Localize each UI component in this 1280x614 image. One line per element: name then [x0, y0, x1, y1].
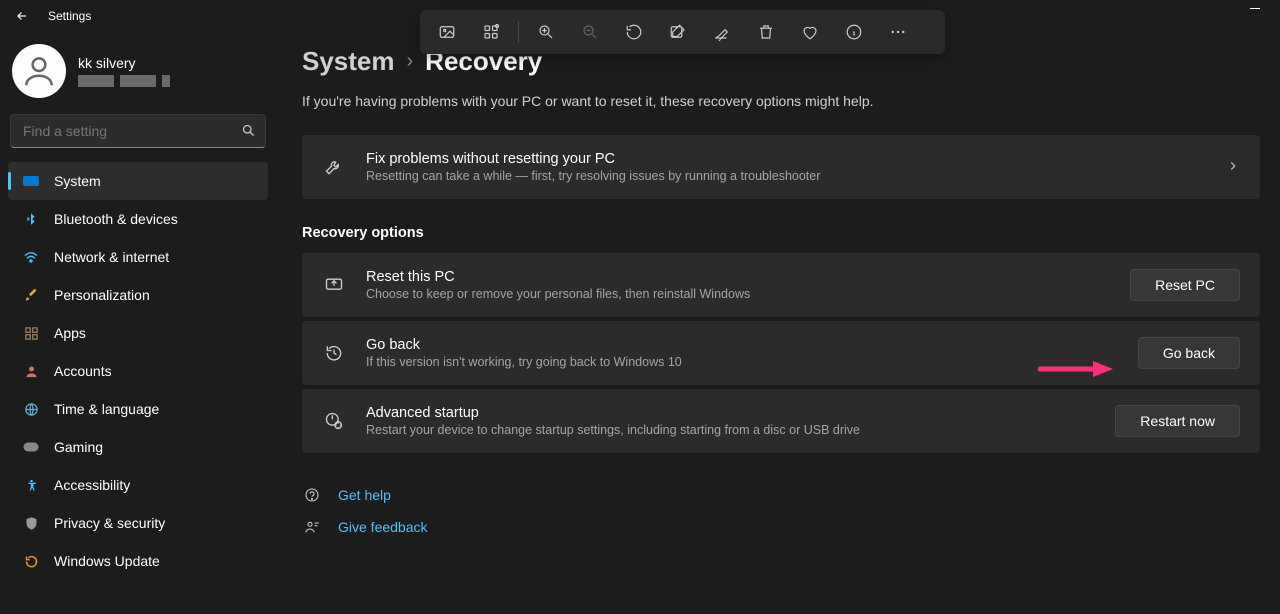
sidebar-item-accessibility[interactable]: Accessibility [8, 466, 268, 504]
get-help-link[interactable]: Get help [302, 479, 1260, 511]
search-input[interactable] [10, 114, 266, 148]
sidebar-item-gaming[interactable]: Gaming [8, 428, 268, 466]
minimize-button[interactable] [1250, 8, 1260, 9]
viewer-toolbar [420, 10, 945, 54]
user-name: kk silvery [78, 55, 170, 71]
power-gear-icon [322, 409, 346, 433]
card-subtitle: If this version isn't working, try going… [366, 355, 1118, 369]
grid-icon[interactable] [474, 15, 508, 49]
section-label: Recovery options [302, 225, 1260, 241]
restart-now-button[interactable]: Restart now [1115, 405, 1240, 437]
sidebar-item-personalization[interactable]: Personalization [8, 276, 268, 314]
wrench-icon [322, 155, 346, 179]
rotate-icon[interactable] [617, 15, 651, 49]
sidebar: kk silvery System Bluetooth & devices Ne… [0, 32, 276, 614]
toolbar-separator [518, 21, 519, 43]
apps-icon [22, 324, 40, 342]
sidebar-item-apps[interactable]: Apps [8, 314, 268, 352]
search-icon [241, 123, 256, 141]
help-icon [302, 487, 322, 503]
info-icon[interactable] [837, 15, 871, 49]
link-label: Give feedback [338, 519, 428, 535]
image-icon[interactable] [430, 15, 464, 49]
card-subtitle: Restart your device to change startup se… [366, 423, 1095, 437]
draw-icon[interactable] [705, 15, 739, 49]
sidebar-item-label: Windows Update [54, 553, 160, 569]
link-label: Get help [338, 487, 391, 503]
user-block[interactable]: kk silvery [6, 44, 270, 114]
person-icon [22, 362, 40, 380]
card-advanced-startup: Advanced startup Restart your device to … [302, 389, 1260, 453]
chevron-right-icon: › [407, 50, 414, 73]
sidebar-item-network[interactable]: Network & internet [8, 238, 268, 276]
system-icon [22, 172, 40, 190]
heart-icon[interactable] [793, 15, 827, 49]
sidebar-item-privacy[interactable]: Privacy & security [8, 504, 268, 542]
card-fix-problems[interactable]: Fix problems without resetting your PC R… [302, 135, 1260, 199]
accessibility-icon [22, 476, 40, 494]
sidebar-item-label: Time & language [54, 401, 159, 417]
give-feedback-link[interactable]: Give feedback [302, 511, 1260, 543]
user-email-redacted [78, 75, 170, 87]
breadcrumb-parent[interactable]: System [302, 46, 395, 77]
card-subtitle: Resetting can take a while — first, try … [366, 169, 1206, 183]
back-button[interactable] [10, 4, 34, 28]
window-title: Settings [48, 9, 91, 23]
gamepad-icon [22, 438, 40, 456]
wifi-icon [22, 248, 40, 266]
card-go-back: Go back If this version isn't working, t… [302, 321, 1260, 385]
sidebar-item-system[interactable]: System [8, 162, 268, 200]
chevron-right-icon [1226, 159, 1240, 176]
card-reset-pc: Reset this PC Choose to keep or remove y… [302, 253, 1260, 317]
zoom-out-icon[interactable] [573, 15, 607, 49]
sidebar-item-label: Privacy & security [54, 515, 165, 531]
history-icon [322, 341, 346, 365]
help-links: Get help Give feedback [302, 479, 1260, 543]
more-icon[interactable] [881, 15, 915, 49]
zoom-in-icon[interactable] [529, 15, 563, 49]
go-back-button[interactable]: Go back [1138, 337, 1240, 369]
reset-icon [322, 273, 346, 297]
sidebar-item-label: Personalization [54, 287, 150, 303]
card-title: Go back [366, 337, 1118, 353]
sidebar-item-label: Bluetooth & devices [54, 211, 178, 227]
intro-text: If you're having problems with your PC o… [302, 93, 1260, 109]
sidebar-item-accounts[interactable]: Accounts [8, 352, 268, 390]
avatar [12, 44, 66, 98]
card-title: Advanced startup [366, 405, 1095, 421]
card-title: Fix problems without resetting your PC [366, 151, 1206, 167]
feedback-icon [302, 519, 322, 535]
sidebar-item-label: Apps [54, 325, 86, 341]
reset-pc-button[interactable]: Reset PC [1130, 269, 1240, 301]
update-icon [22, 552, 40, 570]
card-title: Reset this PC [366, 269, 1110, 285]
globe-icon [22, 400, 40, 418]
sidebar-item-time[interactable]: Time & language [8, 390, 268, 428]
main-content: System › Recovery If you're having probl… [276, 32, 1280, 614]
sidebar-item-bluetooth[interactable]: Bluetooth & devices [8, 200, 268, 238]
card-subtitle: Choose to keep or remove your personal f… [366, 287, 1110, 301]
bluetooth-icon [22, 210, 40, 228]
edit-image-icon[interactable] [661, 15, 695, 49]
shield-icon [22, 514, 40, 532]
sidebar-item-label: Accessibility [54, 477, 130, 493]
sidebar-item-label: Network & internet [54, 249, 169, 265]
sidebar-item-update[interactable]: Windows Update [8, 542, 268, 580]
sidebar-item-label: System [54, 173, 101, 189]
delete-icon[interactable] [749, 15, 783, 49]
sidebar-item-label: Gaming [54, 439, 103, 455]
search-box[interactable] [10, 114, 266, 148]
brush-icon [22, 286, 40, 304]
sidebar-item-label: Accounts [54, 363, 112, 379]
